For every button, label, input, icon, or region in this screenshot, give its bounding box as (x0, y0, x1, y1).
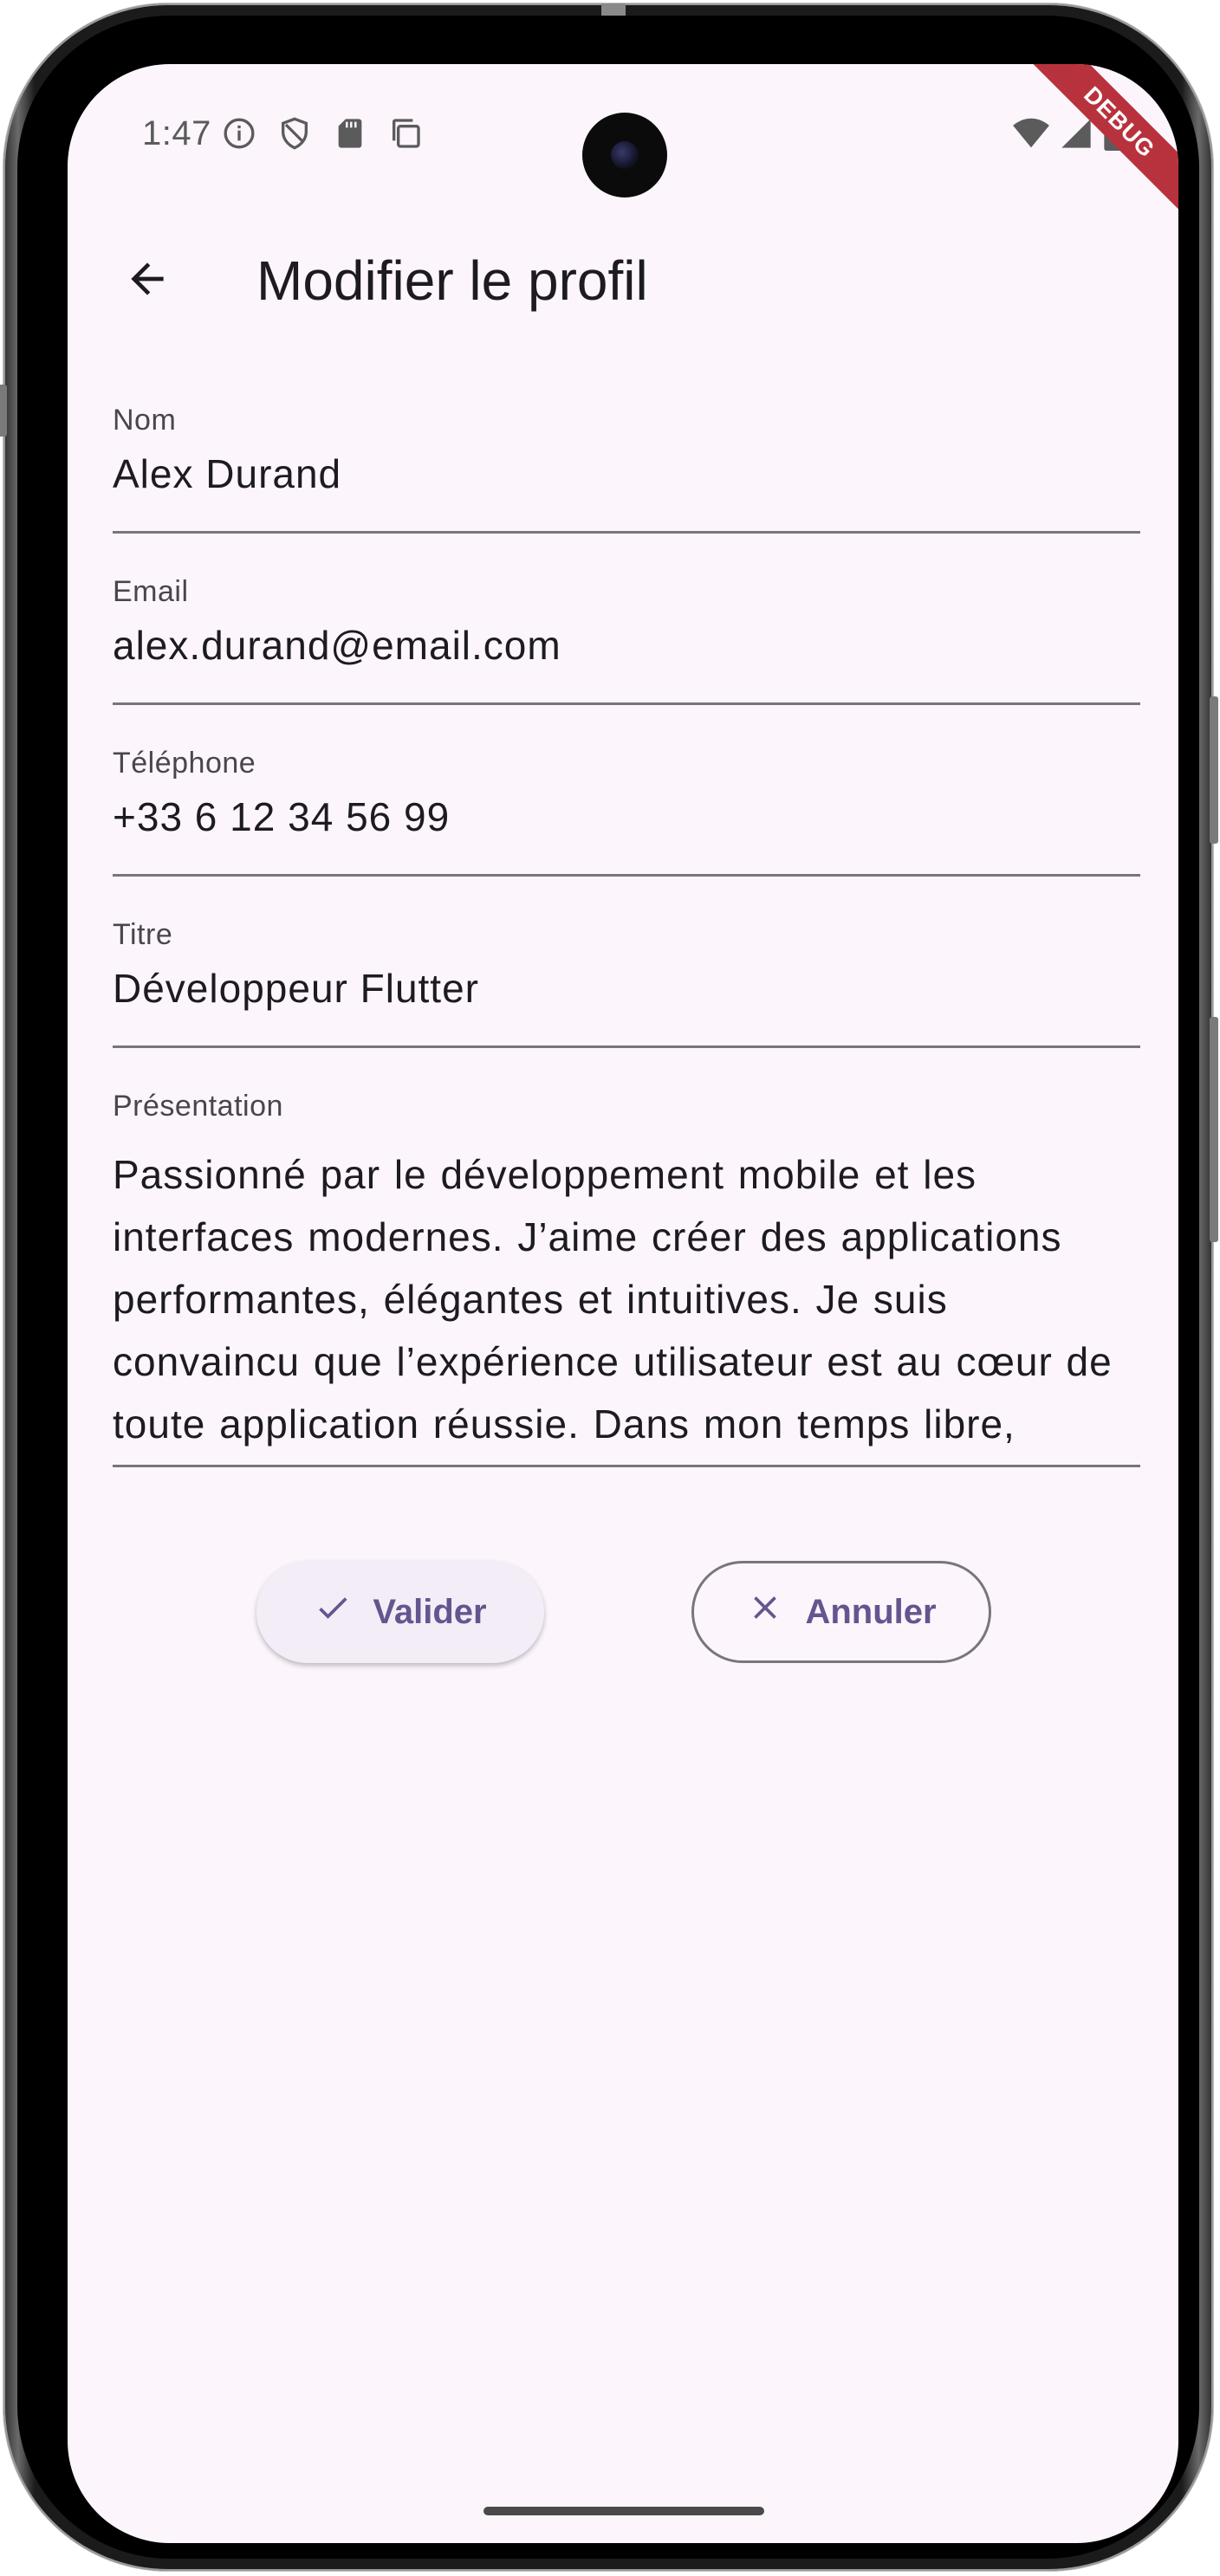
status-left-icons (222, 116, 423, 155)
cancel-button[interactable]: Annuler (691, 1561, 991, 1663)
side-button-left (0, 385, 7, 437)
volume-button (1210, 696, 1218, 844)
job-title-field-value[interactable]: Développeur Flutter (113, 965, 479, 1012)
app-screen: 1:47 DEBUG Modifier le profil Nom Alex D… (68, 64, 1178, 2543)
email-field-label: Email (113, 575, 189, 608)
cancel-button-label: Annuler (805, 1592, 937, 1631)
phone-field-label: Téléphone (113, 747, 256, 780)
check-icon (314, 1589, 352, 1635)
email-field[interactable]: Email alex.durand@email.com (113, 575, 1140, 705)
name-field[interactable]: Nom Alex Durand (113, 404, 1140, 534)
screen-bezel: 1:47 DEBUG Modifier le profil Nom Alex D… (17, 16, 1199, 2559)
shield-icon (277, 116, 312, 155)
front-camera (582, 113, 667, 197)
signal-icon (1059, 116, 1093, 155)
sd-card-icon (333, 116, 367, 155)
name-field-value[interactable]: Alex Durand (113, 450, 341, 497)
copy-icon (388, 116, 423, 155)
home-indicator[interactable] (483, 2507, 764, 2515)
validate-button[interactable]: Valider (256, 1561, 544, 1663)
wifi-icon (1012, 116, 1050, 155)
close-icon (746, 1589, 784, 1635)
phone-frame: 1:47 DEBUG Modifier le profil Nom Alex D… (0, 3, 1218, 2571)
info-icon (222, 116, 256, 155)
bio-field-value[interactable]: Passionné par le développement mobile et… (113, 1143, 1140, 1453)
name-field-label: Nom (113, 404, 177, 437)
status-time: 1:47 (142, 114, 211, 152)
email-field-value[interactable]: alex.durand@email.com (113, 622, 561, 669)
bio-field-label: Présentation (113, 1090, 283, 1123)
job-title-field[interactable]: Titre Développeur Flutter (113, 918, 1140, 1048)
bio-field[interactable]: Présentation Passionné par le développem… (113, 1090, 1140, 1467)
job-title-field-label: Titre (113, 918, 173, 951)
page-title: Modifier le profil (256, 249, 648, 312)
power-button (1210, 1017, 1218, 1242)
back-button[interactable] (113, 246, 182, 315)
phone-field[interactable]: Téléphone +33 6 12 34 56 99 (113, 747, 1140, 877)
phone-field-value[interactable]: +33 6 12 34 56 99 (113, 793, 450, 840)
arrow-back-icon (123, 255, 172, 307)
validate-button-label: Valider (373, 1592, 487, 1631)
